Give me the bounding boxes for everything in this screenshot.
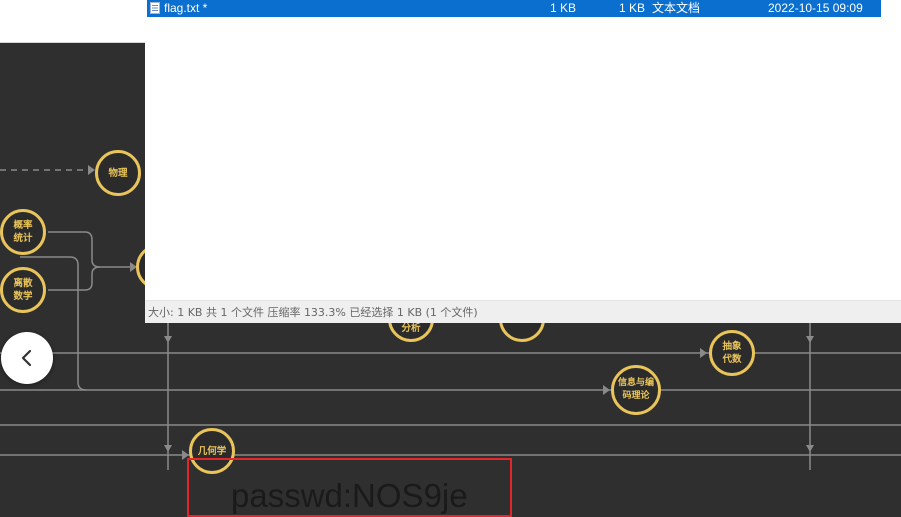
chevron-left-icon	[21, 349, 32, 367]
text-file-icon	[150, 2, 160, 14]
file-name: flag.txt *	[164, 1, 208, 15]
node-physics-label: 物理	[108, 167, 128, 179]
status-bar: 大小: 1 KB 共 1 个文件 压缩率 133.3% 已经选择 1 KB (1…	[145, 300, 901, 323]
node-discrete-math-label: 离散 数学	[13, 278, 33, 302]
node-probability[interactable]: 概率 统计	[0, 209, 46, 255]
node-info-coding[interactable]: 信息与编 码理论	[611, 365, 661, 415]
node-abstract-algebra[interactable]: 抽象 代数	[709, 330, 755, 376]
file-row-selected[interactable]: flag.txt * 1 KB 1 KB 文本文档 2022-10-15 09:…	[147, 0, 881, 17]
archive-window: flag.txt * 1 KB 1 KB 文本文档 2022-10-15 09:…	[145, 0, 901, 323]
file-type: 文本文档	[652, 1, 701, 15]
left-panel-strip	[0, 0, 145, 43]
file-modified: 2022-10-15 09:09	[768, 1, 863, 15]
node-info-coding-label: 信息与编 码理论	[617, 378, 654, 401]
password-text: passwd:NOS9je	[231, 477, 468, 514]
node-probability-label: 概率 统计	[13, 220, 33, 244]
file-size: 1 KB	[550, 1, 577, 15]
file-packed-size: 1 KB	[619, 1, 646, 15]
node-discrete-math[interactable]: 离散 数学	[0, 267, 46, 313]
node-abstract-algebra-label: 抽象 代数	[722, 341, 742, 365]
node-physics[interactable]: 物理	[95, 150, 141, 196]
back-button[interactable]	[1, 332, 53, 384]
node-geometry-label: 几何学	[197, 445, 227, 457]
